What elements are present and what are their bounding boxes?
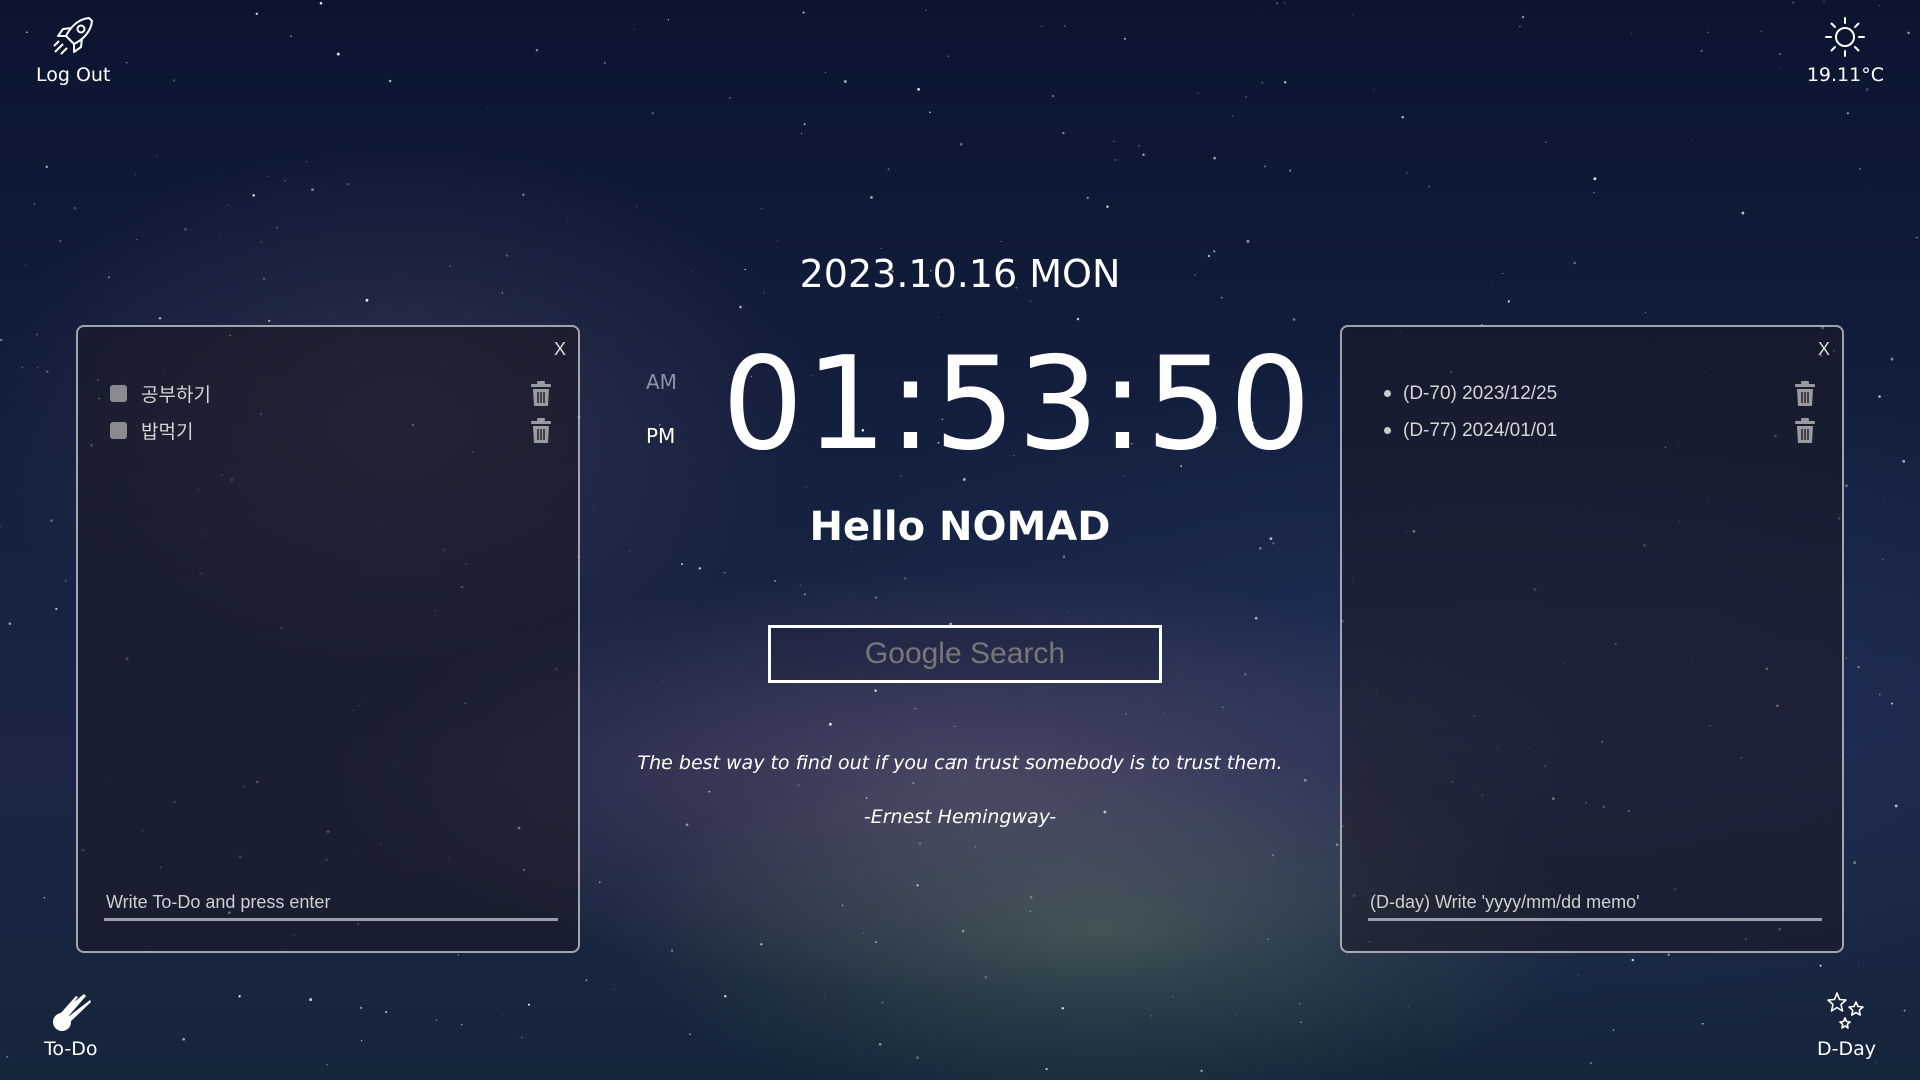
logout-button[interactable]: Log Out [36,14,110,86]
greeting: Hello NOMAD [809,504,1111,550]
sun-icon [1825,17,1866,57]
todo-checkbox[interactable] [110,385,127,402]
meridiem-indicator: AM PM [646,370,677,448]
trash-icon[interactable] [528,417,554,445]
trash-icon[interactable] [1792,380,1818,408]
rocket-icon [53,17,94,55]
google-search-input[interactable] [768,625,1162,683]
todo-list: 공부하기 밥먹기 [110,375,554,449]
dday-list: (D-70) 2023/12/25 (D-77) 2024/01/01 [1374,375,1818,449]
dday-panel: X (D-70) 2023/12/25 (D-77) 2024/01/01 [1340,325,1844,953]
comet-icon [52,994,91,1031]
dday-item: (D-70) 2023/12/25 [1374,375,1818,412]
date-display: 2023.10.16 MON [799,252,1121,296]
temperature-label: 19.11°C [1806,64,1884,86]
todo-toggle-label: To-Do [44,1038,98,1060]
trash-icon[interactable] [1792,417,1818,445]
logout-label: Log Out [36,64,111,86]
todo-item: 밥먹기 [110,412,554,449]
todo-checkbox[interactable] [110,422,127,439]
list-bullet [1384,390,1391,397]
todo-close-button[interactable]: X [554,339,566,360]
stars-icon [1827,992,1865,1029]
quote-text: The best way to find out if you can trus… [637,752,1283,774]
dday-toggle-label: D-Day [1816,1038,1876,1060]
dday-item-text: (D-70) 2023/12/25 [1403,382,1558,404]
dday-close-button[interactable]: X [1818,339,1830,360]
todo-input[interactable] [104,887,558,921]
dday-item: (D-77) 2024/01/01 [1374,412,1818,449]
clock-time: 01:53:50 [722,330,1313,479]
trash-icon[interactable] [528,380,554,408]
dday-item-text: (D-77) 2024/01/01 [1403,419,1558,441]
todo-item-text: 공부하기 [141,385,211,406]
pm-label: PM [646,424,676,448]
quote-author: -Ernest Hemingway- [863,806,1057,828]
dday-input[interactable] [1368,887,1822,921]
dday-toggle-button[interactable]: D-Day [1817,990,1876,1060]
list-bullet [1384,427,1391,434]
todo-item: 공부하기 [110,375,554,412]
todo-toggle-button[interactable]: To-Do [44,990,97,1060]
todo-item-text: 밥먹기 [141,422,194,443]
weather-widget: 19.11°C [1807,14,1884,86]
todo-panel: X 공부하기 밥먹기 [76,325,580,953]
am-label: AM [646,370,677,394]
